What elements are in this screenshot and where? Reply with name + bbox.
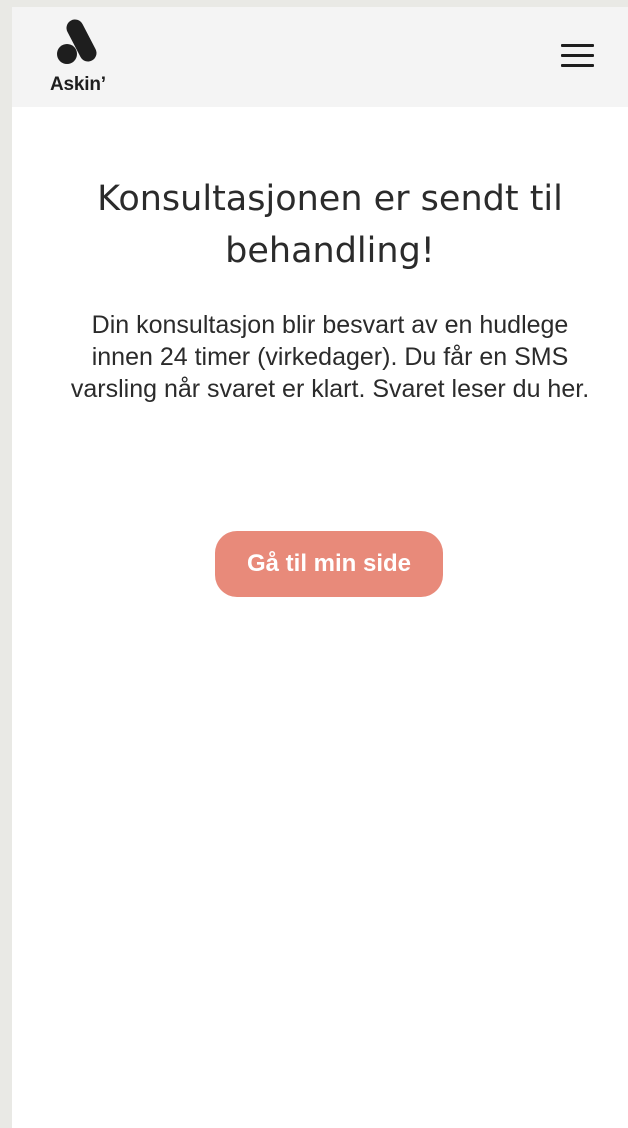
app-header: Askin’ (12, 7, 628, 107)
menu-button[interactable] (554, 35, 600, 75)
askin-logo-icon (57, 19, 97, 64)
logo[interactable]: Askin’ (50, 19, 110, 99)
go-to-my-page-button[interactable]: Gå til min side (215, 531, 443, 597)
confirmation-message: Din konsultasjon blir besvart av en hudl… (70, 311, 590, 403)
page: Askin’ Konsultasjonen er sendt til behan… (12, 7, 628, 1128)
logo-text: Askin’ (50, 74, 106, 95)
page-title: Konsultasjonen er sendt til behandling! (97, 179, 563, 271)
